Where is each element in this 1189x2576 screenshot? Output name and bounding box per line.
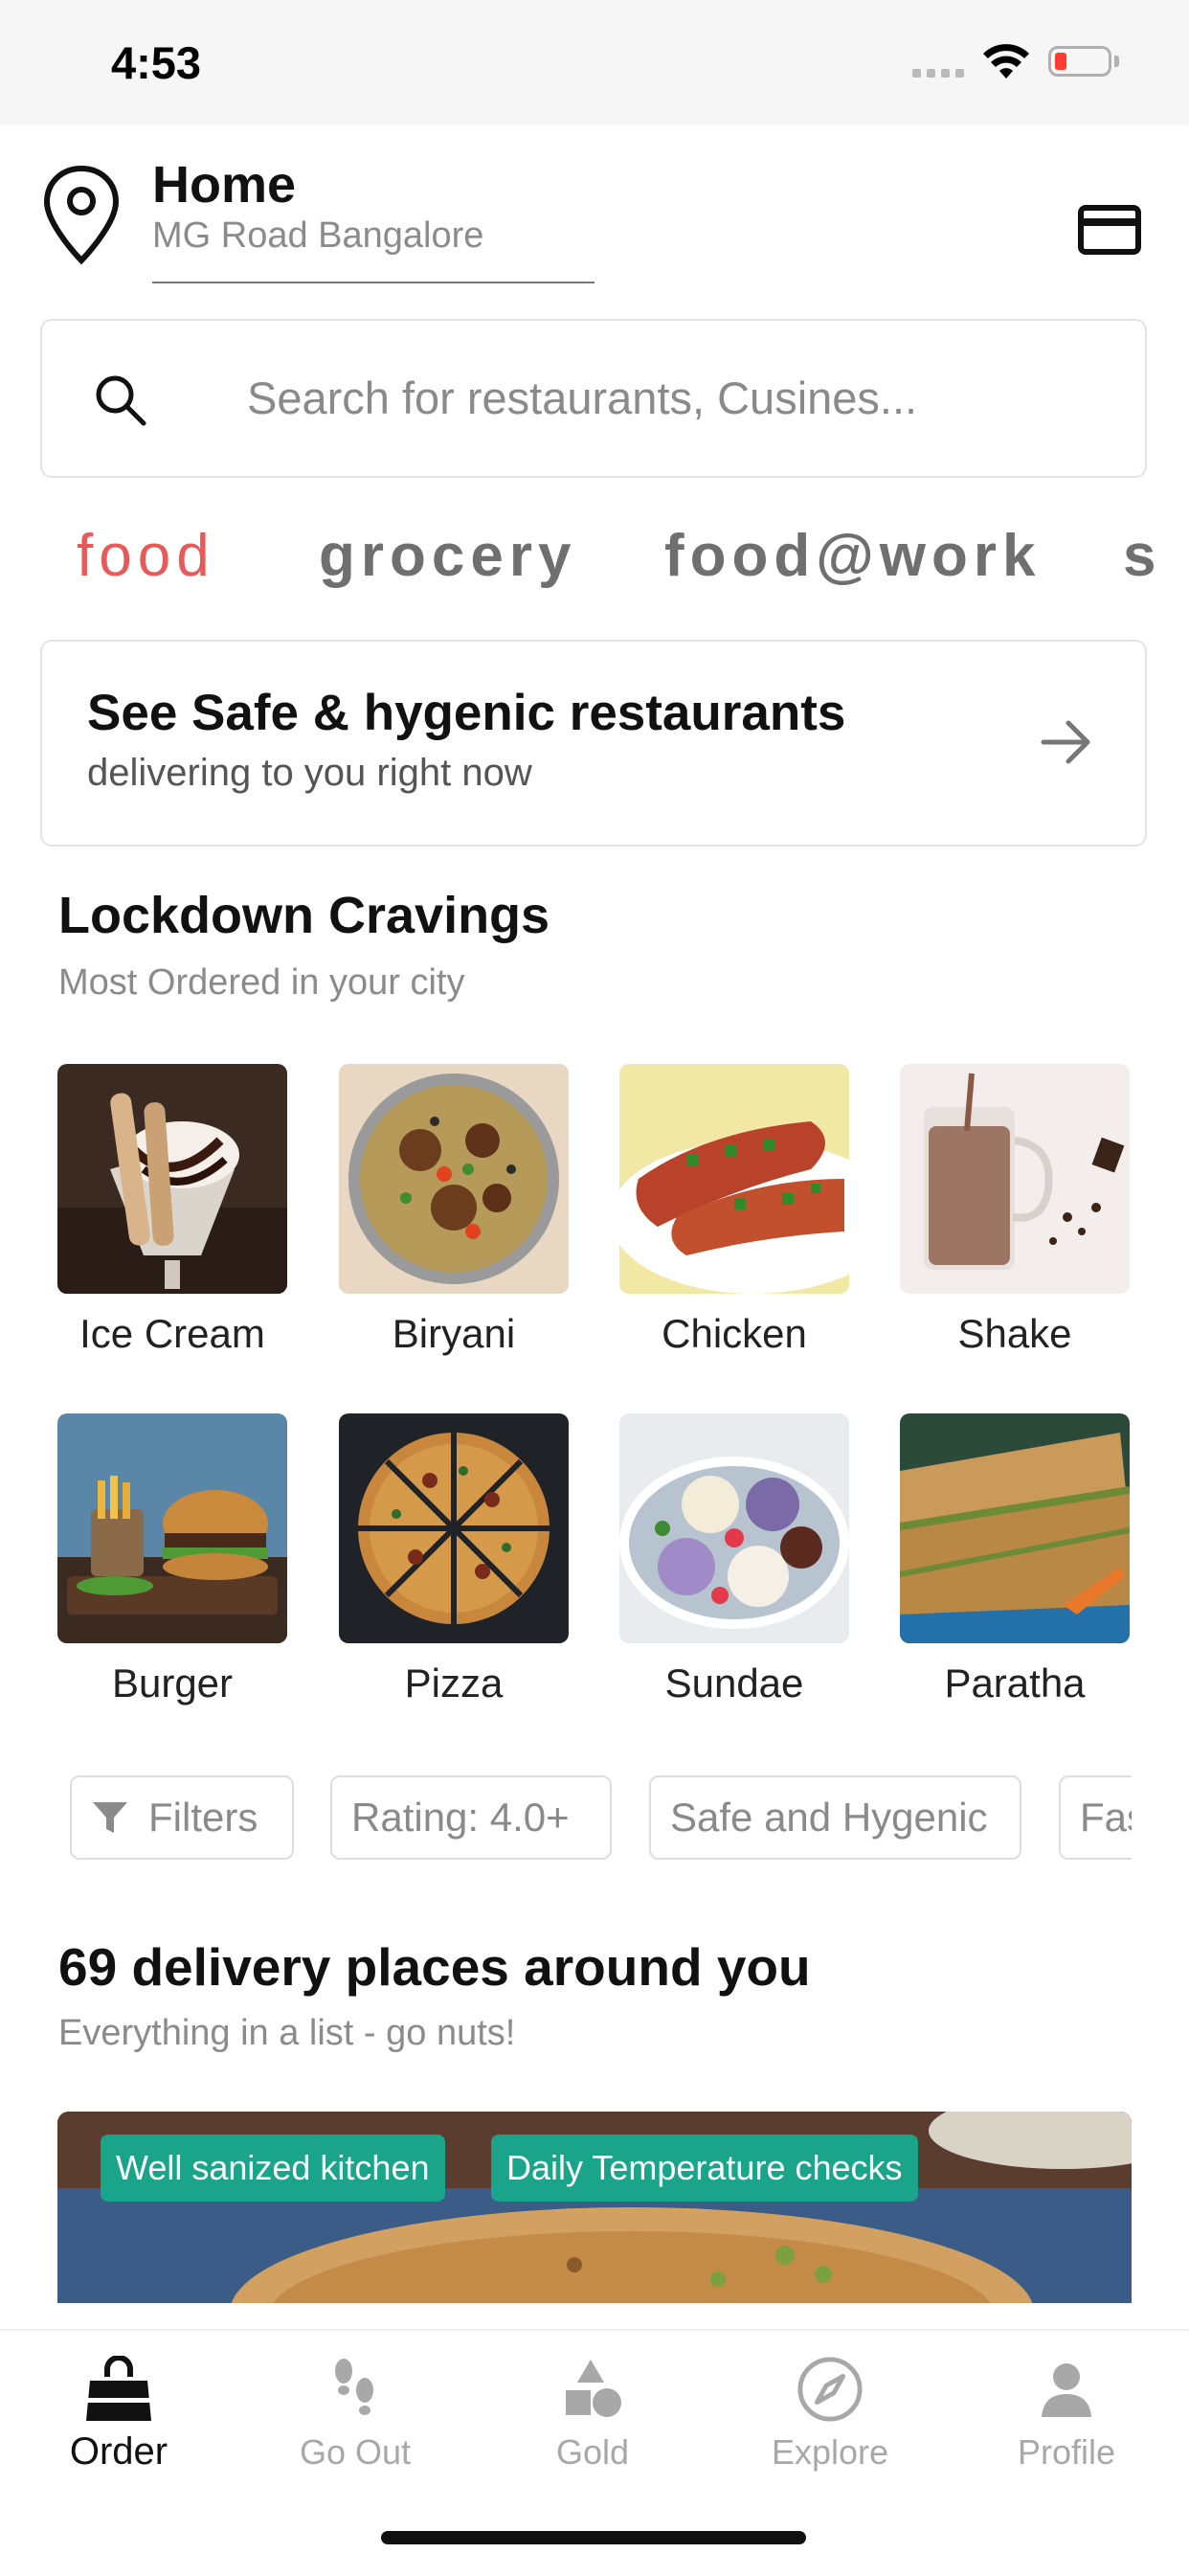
food-label: Burger	[111, 1661, 234, 1706]
safe-restaurants-banner[interactable]	[40, 640, 1147, 847]
filters-label: Filters	[148, 1795, 258, 1840]
tag-temperature-checks: Daily Temperature checks	[491, 2135, 918, 2202]
wifi-icon	[983, 44, 1029, 79]
food-item-chicken[interactable]: Chicken	[619, 1064, 849, 1390]
tab-food[interactable]: food	[77, 522, 215, 590]
tab-order[interactable]: Order	[23, 2356, 214, 2474]
tab-grocery[interactable]: grocery	[319, 522, 576, 590]
home-indicator	[381, 2531, 806, 2544]
filter-chips: Filters Rating: 4.0+ Safe and Hygenic Fa…	[57, 1770, 1132, 1865]
chicken-image	[619, 1064, 849, 1294]
food-item-burger[interactable]: Burger	[57, 1413, 287, 1739]
arrow-right-icon[interactable]	[1040, 718, 1093, 766]
shopping-bag-icon	[86, 2356, 151, 2421]
pizza-image	[339, 1413, 569, 1643]
search-input[interactable]	[247, 364, 1109, 431]
location-subtitle[interactable]: MG Road Bangalore	[152, 215, 483, 257]
food-label: Biryani	[392, 1311, 516, 1356]
location-pin-icon[interactable]	[38, 163, 124, 268]
person-icon	[1042, 2363, 1091, 2417]
food-label: Sundae	[664, 1661, 804, 1706]
food-label: Shake	[957, 1311, 1072, 1356]
biryani-image	[339, 1064, 569, 1294]
banner-subtitle: delivering to you right now	[87, 752, 532, 794]
sundae-image	[619, 1413, 849, 1643]
food-label: Ice Cream	[79, 1311, 265, 1356]
paratha-image	[900, 1413, 1130, 1643]
food-label: Paratha	[944, 1661, 1086, 1706]
tab-label: Profile	[1017, 2432, 1116, 2472]
tab-go-out[interactable]: Go Out	[259, 2356, 451, 2473]
safe-hygenic-label: Safe and Hygenic	[670, 1795, 988, 1840]
fast-delivery-chip[interactable]: Fast Delivery	[1059, 1775, 1132, 1860]
credit-card-icon[interactable]	[1078, 205, 1141, 255]
delivery-subtitle: Everything in a list - go nuts!	[58, 2013, 516, 2053]
burger-image	[57, 1413, 287, 1643]
compass-icon	[797, 2357, 863, 2422]
tab-more[interactable]: s	[1123, 522, 1160, 590]
shake-image	[900, 1064, 1130, 1294]
food-item-sundae[interactable]: Sundae	[619, 1413, 849, 1739]
location-underline	[152, 282, 594, 283]
safe-hygenic-chip[interactable]: Safe and Hygenic	[649, 1775, 1021, 1860]
tab-explore[interactable]: Explore	[734, 2356, 926, 2473]
filters-chip[interactable]: Filters	[70, 1775, 294, 1860]
fast-delivery-label: Fast Delivery	[1080, 1795, 1132, 1840]
banner-title: See Safe & hygenic restaurants	[87, 685, 846, 741]
tab-profile[interactable]: Profile	[971, 2356, 1162, 2473]
cellular-signal-icon	[912, 69, 964, 78]
tab-label: Order	[69, 2430, 168, 2473]
shapes-icon	[566, 2360, 621, 2417]
food-item-shake[interactable]: Shake	[900, 1064, 1130, 1390]
food-item-ice-cream[interactable]: Ice Cream	[57, 1064, 287, 1390]
rating-label: Rating: 4.0+	[351, 1795, 570, 1840]
ice-cream-image	[57, 1064, 287, 1294]
food-label: Pizza	[404, 1661, 504, 1706]
filter-icon	[93, 1802, 127, 1833]
tab-food-at-work[interactable]: food@work	[664, 522, 1041, 590]
tab-gold[interactable]: Gold	[497, 2356, 688, 2473]
category-tabs: food grocery food@work s	[0, 508, 1160, 603]
tab-label: Go Out	[299, 2432, 412, 2472]
food-item-biryani[interactable]: Biryani	[339, 1064, 569, 1390]
search-icon	[96, 375, 146, 426]
status-time: 4:53	[111, 37, 202, 88]
cravings-title: Lockdown Cravings	[58, 887, 550, 944]
food-item-pizza[interactable]: Pizza	[339, 1413, 569, 1739]
food-item-paratha[interactable]: Paratha	[900, 1413, 1130, 1739]
tab-label: Gold	[555, 2432, 630, 2472]
cravings-subtitle: Most Ordered in your city	[58, 962, 465, 1003]
rating-chip[interactable]: Rating: 4.0+	[330, 1775, 612, 1860]
status-bar: 4:53	[0, 0, 1189, 124]
battery-cap	[1114, 56, 1119, 67]
footsteps-icon	[335, 2359, 373, 2415]
battery-icon	[1048, 46, 1111, 77]
restaurant-card[interactable]: Well sanized kitchen Daily Temperature c…	[57, 2112, 1132, 2303]
location-title[interactable]: Home	[152, 155, 296, 215]
food-label: Chicken	[662, 1311, 807, 1356]
delivery-title: 69 delivery places around you	[58, 1937, 811, 1997]
tag-sanitized-kitchen: Well sanized kitchen	[101, 2135, 445, 2202]
tab-label: Explore	[771, 2432, 889, 2472]
